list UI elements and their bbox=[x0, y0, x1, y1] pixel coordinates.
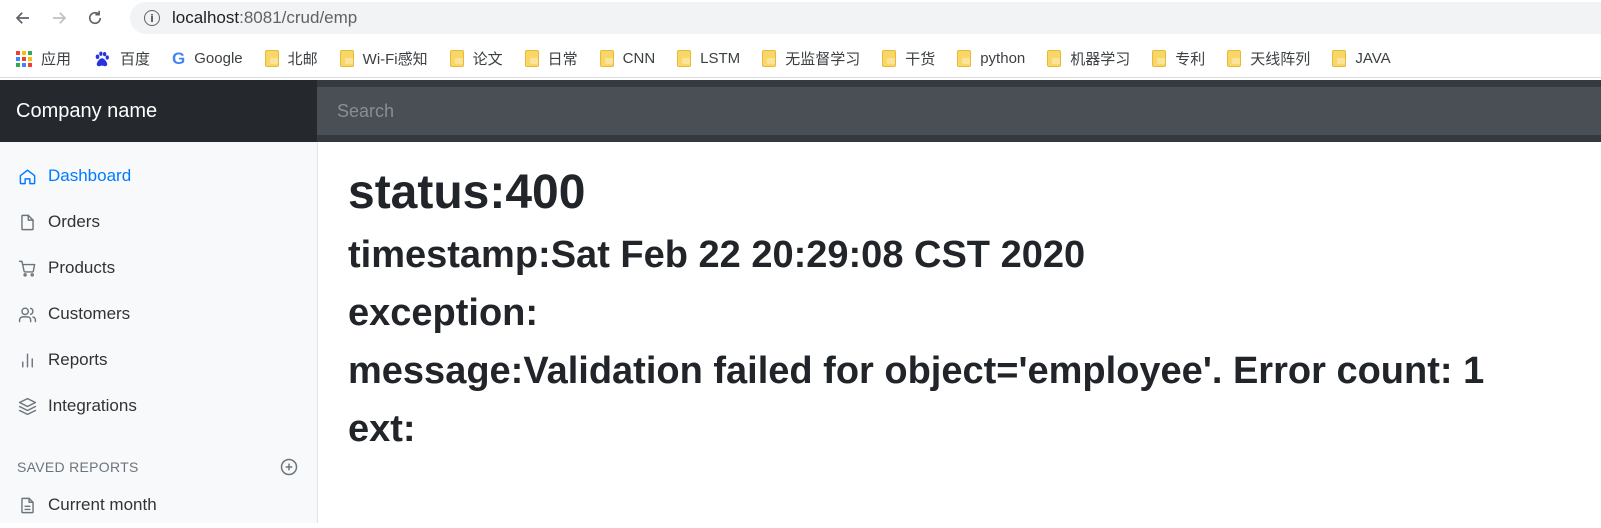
bookmarks-bar: 应用 百度 G Google 北邮 Wi-Fi感知 论文 日常 CNN LSTM 无监督学习 干货 py… bbox=[0, 40, 1601, 78]
sidebar-item-products[interactable]: Products bbox=[0, 245, 317, 291]
bookmark-label: 应用 bbox=[41, 51, 72, 68]
folder-icon bbox=[449, 50, 464, 67]
error-ext: ext: bbox=[348, 408, 416, 450]
bookmark-label: JAVA bbox=[1355, 50, 1391, 67]
bookmark-item[interactable]: Wi-Fi感知 bbox=[339, 48, 428, 69]
bookmark-label: 日常 bbox=[547, 51, 578, 68]
sidebar-item-integrations[interactable]: Integrations bbox=[0, 383, 317, 429]
bookmark-item[interactable]: 北邮 bbox=[264, 48, 318, 69]
url-text: localhost:8081/crud/emp bbox=[172, 8, 357, 28]
bookmark-label: Wi-Fi感知 bbox=[362, 51, 428, 68]
bookmark-item[interactable]: 无监督学习 bbox=[762, 48, 860, 69]
folder-icon bbox=[1227, 50, 1242, 67]
bookmark-item[interactable]: 专利 bbox=[1152, 48, 1205, 69]
forward-button[interactable] bbox=[46, 5, 72, 31]
error-status: status:400 bbox=[348, 166, 586, 219]
folder-icon bbox=[1152, 50, 1167, 67]
error-content: status:400 timestamp:Sat Feb 22 20:29:08… bbox=[348, 160, 1484, 458]
sidebar-item-dashboard[interactable]: Dashboard bbox=[0, 153, 317, 199]
folder-icon bbox=[677, 50, 692, 67]
sidebar-item-current-month[interactable]: Current month bbox=[0, 482, 317, 528]
browser-toolbar: i localhost:8081/crud/emp bbox=[0, 0, 1601, 36]
sidebar-item-label: Current month bbox=[48, 495, 157, 514]
bookmark-item[interactable]: 机器学习 bbox=[1047, 48, 1130, 69]
arrow-left-icon bbox=[15, 12, 29, 24]
sidebar-item-reports[interactable]: Reports bbox=[0, 337, 317, 383]
folder-icon bbox=[957, 50, 972, 67]
saved-reports-header: SAVED REPORTS bbox=[0, 452, 317, 482]
bookmark-item[interactable]: 天线阵列 bbox=[1227, 48, 1310, 69]
bookmark-label: 论文 bbox=[472, 51, 503, 68]
bookmark-item[interactable]: JAVA bbox=[1332, 50, 1391, 67]
bookmark-item[interactable]: 干货 bbox=[882, 48, 935, 69]
folder-icon bbox=[1047, 50, 1062, 67]
folder-icon bbox=[599, 50, 614, 67]
error-exception: exception: bbox=[348, 292, 539, 334]
file-icon bbox=[21, 214, 34, 230]
google-icon: G bbox=[172, 48, 186, 68]
info-icon[interactable]: i bbox=[144, 10, 160, 26]
layers-icon bbox=[18, 397, 37, 415]
error-message: message:Validation failed for object='em… bbox=[348, 350, 1485, 392]
bookmark-label: 机器学习 bbox=[1070, 51, 1131, 68]
bookmark-item[interactable]: python bbox=[957, 50, 1025, 67]
bar-chart-icon bbox=[22, 352, 33, 368]
shopping-cart-icon bbox=[18, 260, 36, 277]
address-bar[interactable]: i localhost:8081/crud/emp bbox=[130, 2, 1601, 34]
bookmark-label: 专利 bbox=[1175, 51, 1206, 68]
folder-icon bbox=[524, 50, 539, 67]
folder-icon bbox=[264, 50, 279, 67]
error-timestamp: timestamp:Sat Feb 22 20:29:08 CST 2020 bbox=[348, 234, 1086, 276]
bookmark-item[interactable]: LSTM bbox=[677, 50, 740, 67]
sidebar-item-orders[interactable]: Orders bbox=[0, 199, 317, 245]
bookmark-item[interactable]: 百度 bbox=[93, 48, 150, 69]
back-button[interactable] bbox=[10, 5, 36, 31]
bookmark-item[interactable]: 日常 bbox=[524, 48, 578, 69]
sidebar-item-label: Orders bbox=[48, 212, 100, 231]
bookmark-item[interactable]: G Google bbox=[172, 49, 243, 69]
bookmark-label: 北邮 bbox=[287, 51, 318, 68]
file-text-icon bbox=[21, 497, 34, 513]
reload-icon bbox=[88, 10, 102, 25]
reload-button[interactable] bbox=[82, 5, 108, 31]
bookmark-label: Google bbox=[194, 50, 243, 67]
bookmark-label: 无监督学习 bbox=[785, 51, 861, 68]
bookmark-item[interactable]: 论文 bbox=[449, 48, 503, 69]
sidebar-item-label: Dashboard bbox=[48, 166, 132, 185]
folder-icon bbox=[339, 50, 354, 67]
saved-reports-heading: SAVED REPORTS bbox=[17, 459, 139, 475]
home-icon bbox=[19, 168, 36, 184]
bookmark-label: python bbox=[980, 50, 1026, 67]
search-input[interactable]: Search bbox=[317, 87, 1601, 135]
apps-icon bbox=[16, 50, 32, 67]
sidebar-item-label: Reports bbox=[48, 350, 108, 369]
sidebar-item-customers[interactable]: Customers bbox=[0, 291, 317, 337]
bookmark-item[interactable]: CNN bbox=[599, 50, 656, 67]
bookmark-item[interactable]: 应用 bbox=[16, 48, 71, 69]
bookmark-label: CNN bbox=[622, 50, 656, 67]
url-path: :8081/crud/emp bbox=[239, 8, 358, 27]
plus-circle-icon[interactable] bbox=[279, 457, 299, 477]
folder-icon bbox=[1332, 50, 1347, 67]
bookmark-label: 干货 bbox=[905, 51, 936, 68]
sidebar-item-label: Integrations bbox=[48, 396, 137, 415]
folder-icon bbox=[882, 50, 897, 67]
bookmark-label: 天线阵列 bbox=[1250, 51, 1311, 68]
bookmark-label: 百度 bbox=[120, 51, 151, 68]
folder-icon bbox=[762, 50, 777, 67]
bookmark-label: LSTM bbox=[700, 50, 741, 67]
users-icon bbox=[18, 306, 37, 322]
sidebar: Dashboard Orders Products Customers Reports I… bbox=[0, 142, 318, 523]
brand[interactable]: Company name bbox=[0, 80, 317, 142]
top-navbar: Company name Search bbox=[0, 80, 1601, 142]
baidu-icon bbox=[95, 51, 109, 66]
sidebar-item-label: Customers bbox=[48, 304, 131, 323]
arrow-right-icon bbox=[53, 12, 67, 24]
url-host: localhost bbox=[172, 8, 240, 27]
sidebar-item-label: Products bbox=[48, 258, 116, 277]
